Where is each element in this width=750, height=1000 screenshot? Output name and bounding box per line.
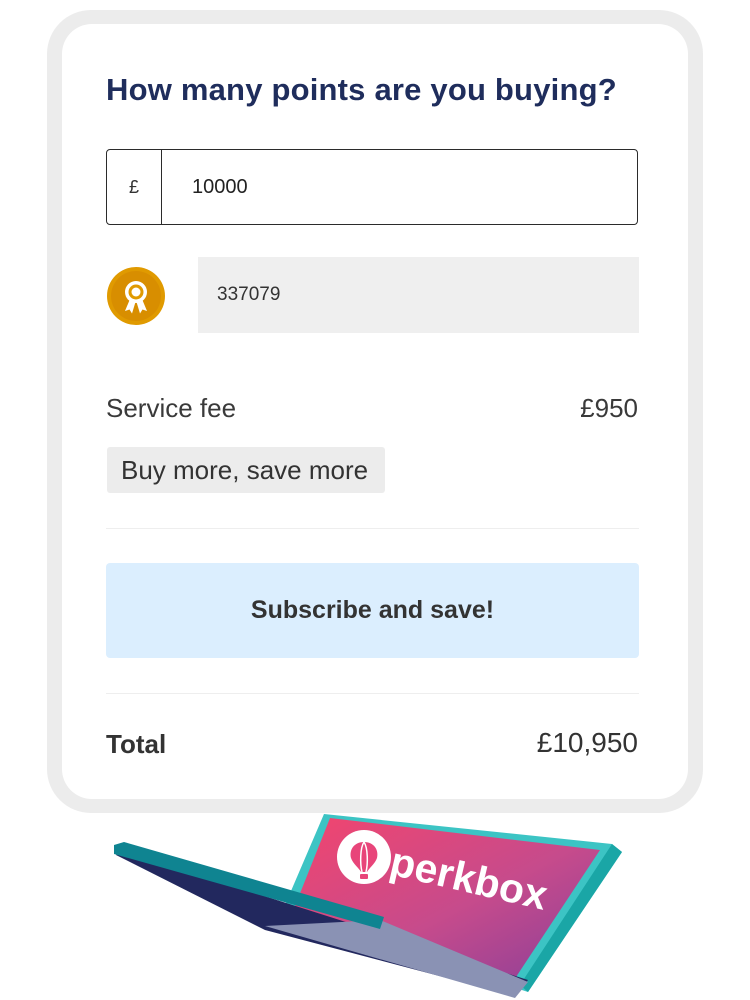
amount-input[interactable] [162, 149, 637, 225]
divider [106, 693, 639, 694]
currency-prefix: £ [107, 150, 162, 224]
divider [106, 528, 639, 529]
award-rosette-icon [106, 266, 166, 326]
promo-tag: Buy more, save more [107, 447, 386, 493]
subscribe-button[interactable]: Subscribe and save! [106, 563, 639, 658]
service-fee-value: £950 [580, 393, 638, 423]
perkbox-illustration: perkbox [114, 814, 622, 998]
amount-field[interactable]: £ [106, 149, 638, 225]
hot-air-balloon-icon [337, 830, 391, 884]
total-value: £10,950 [536, 727, 638, 758]
points-field[interactable]: 337079 [198, 257, 639, 333]
service-fee-label: Service fee [106, 393, 237, 423]
total-label: Total [106, 729, 167, 759]
page-title: How many points are you buying? [106, 72, 617, 107]
